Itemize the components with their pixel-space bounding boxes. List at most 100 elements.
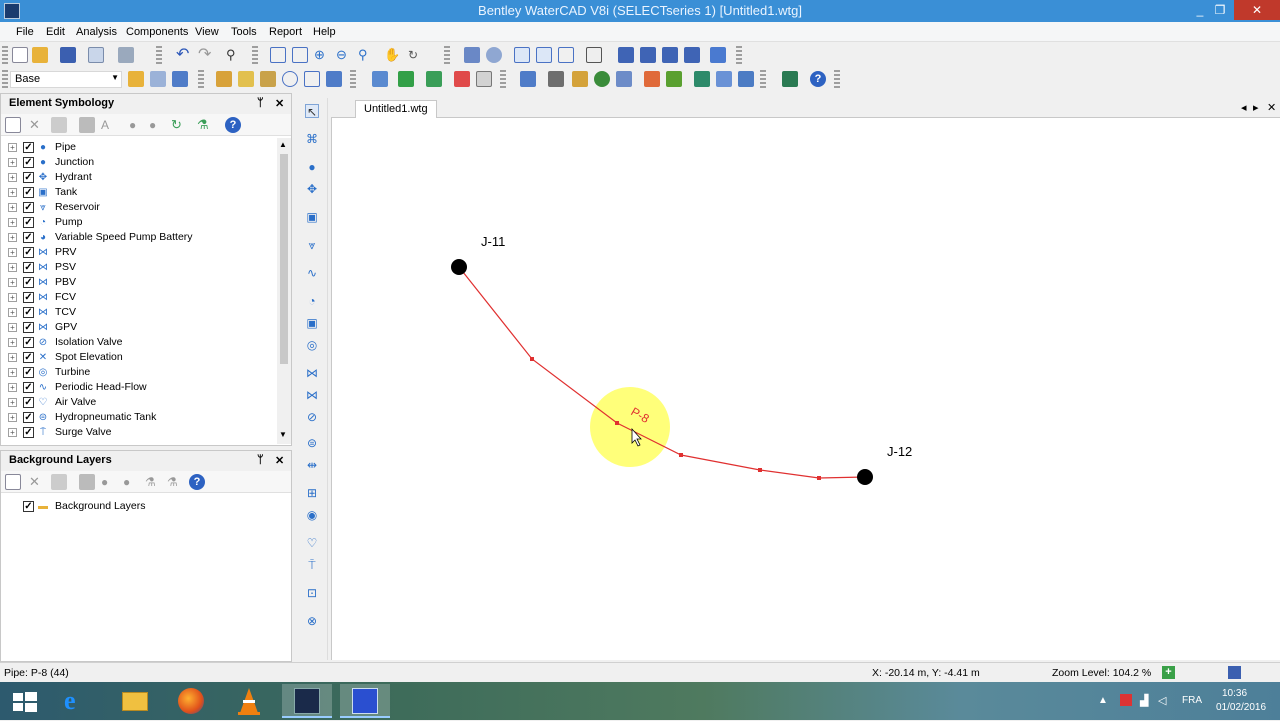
valve-icon[interactable]: ⋈: [305, 366, 319, 380]
symbology-scrollbar[interactable]: ▲ ▼: [277, 138, 291, 444]
hydrant-icon[interactable]: ✥: [305, 182, 319, 196]
criticality-icon[interactable]: [694, 71, 710, 87]
expand-icon[interactable]: +: [8, 293, 17, 302]
redo-icon[interactable]: ↷: [198, 47, 214, 63]
symbology-item[interactable]: + ✓ ⋈ FCV: [1, 290, 277, 305]
symbology-item[interactable]: + ✓ ⊘ Isolation Valve: [1, 335, 277, 350]
symbology-item[interactable]: + ✓ ⋈ PRV: [1, 245, 277, 260]
zoom-window-icon[interactable]: [292, 47, 308, 63]
symbology-item[interactable]: + ✓ ⩔ Reservoir: [1, 200, 277, 215]
symbology-checkbox[interactable]: ✓: [23, 232, 34, 243]
symbology-checkbox[interactable]: ✓: [23, 187, 34, 198]
action-center-icon[interactable]: [1120, 694, 1132, 706]
compute-run-icon[interactable]: [398, 71, 414, 87]
options-icon[interactable]: [710, 47, 726, 63]
clock-date[interactable]: 01/02/2016: [1216, 702, 1266, 713]
expand-icon[interactable]: +: [8, 233, 17, 242]
symbology-checkbox[interactable]: ✓: [23, 352, 34, 363]
bentley-taskbar-icon[interactable]: [340, 684, 390, 718]
scroll-down-icon[interactable]: ▼: [279, 430, 287, 439]
symbology-item[interactable]: + ✓ ◎ Turbine: [1, 365, 277, 380]
symbology-item[interactable]: + ✓ ◔ Pump: [1, 215, 277, 230]
vspb-icon[interactable]: ▣: [305, 316, 319, 330]
calculation-options-icon[interactable]: [514, 47, 530, 63]
hydropneumatic-tank-icon[interactable]: ⊜: [305, 436, 319, 450]
expand-icon[interactable]: +: [8, 173, 17, 182]
menu-analysis[interactable]: Analysis: [76, 26, 117, 38]
menu-edit[interactable]: Edit: [46, 26, 65, 38]
element-symbology-icon[interactable]: [684, 47, 700, 63]
reservoir-icon[interactable]: ⩔: [305, 238, 319, 252]
expand-icon[interactable]: +: [8, 428, 17, 437]
symbology-item[interactable]: + ✓ ∿ Periodic Head-Flow: [1, 380, 277, 395]
queries-icon[interactable]: [326, 71, 342, 87]
symbology-item[interactable]: + ✓ ⋈ PSV: [1, 260, 277, 275]
pin-icon[interactable]: ᛘ: [257, 454, 264, 466]
find-icon[interactable]: ⚲: [226, 47, 242, 63]
rename-icon[interactable]: [51, 117, 67, 133]
clock-time[interactable]: 10:36: [1222, 688, 1247, 699]
pipe-bend-point[interactable]: [615, 421, 619, 425]
compute-icon[interactable]: [536, 47, 552, 63]
symbology-checkbox[interactable]: ✓: [23, 307, 34, 318]
filter-icon[interactable]: ⚗: [167, 474, 183, 490]
skelebrator-icon[interactable]: [594, 71, 610, 87]
edit-icon[interactable]: [79, 117, 95, 133]
shift-down-icon[interactable]: ●: [149, 117, 165, 133]
toolbar-grip[interactable]: [2, 46, 8, 64]
flushing-icon[interactable]: [716, 71, 732, 87]
expand-icon[interactable]: +: [8, 188, 17, 197]
background-layers-checkbox[interactable]: ✓: [23, 501, 34, 512]
volume-icon[interactable]: ◁: [1158, 694, 1166, 707]
symbology-checkbox[interactable]: ✓: [23, 157, 34, 168]
menu-help[interactable]: Help: [313, 26, 336, 38]
expand-icon[interactable]: +: [8, 353, 17, 362]
vlc-icon[interactable]: [224, 684, 274, 718]
expand-icon[interactable]: +: [8, 308, 17, 317]
gpv-icon[interactable]: ⋈: [305, 388, 319, 402]
junction-j12[interactable]: [857, 469, 873, 485]
pipe-bend-point[interactable]: [817, 476, 821, 480]
pressure-zone-icon[interactable]: [216, 71, 232, 87]
symbology-item[interactable]: + ✓ ● Junction: [1, 155, 277, 170]
save-icon[interactable]: [60, 47, 76, 63]
rupture-disk-icon[interactable]: ⊡: [305, 586, 319, 600]
pipe-bend-point[interactable]: [758, 468, 762, 472]
save-status-icon[interactable]: [1228, 666, 1241, 679]
menu-components[interactable]: Components: [126, 26, 188, 38]
tray-expand-icon[interactable]: ▲: [1098, 695, 1108, 706]
orifice-icon[interactable]: ⊗: [305, 614, 319, 628]
alternatives-icon[interactable]: [486, 47, 502, 63]
scroll-up-icon[interactable]: ▲: [279, 140, 287, 149]
select-icon[interactable]: ↖: [305, 104, 319, 119]
pipe-renewal-icon[interactable]: [738, 71, 754, 87]
expand-icon[interactable]: +: [8, 278, 17, 287]
document-tab[interactable]: Untitled1.wtg: [355, 100, 437, 118]
symbology-checkbox[interactable]: ✓: [23, 397, 34, 408]
symbology-item[interactable]: + ✓ ⋈ GPV: [1, 320, 277, 335]
shift-down-icon[interactable]: ●: [123, 474, 139, 490]
symbology-item[interactable]: + ✓ ● Pipe: [1, 140, 277, 155]
help-icon[interactable]: ?: [225, 117, 241, 133]
symbology-checkbox[interactable]: ✓: [23, 277, 34, 288]
expand-icon[interactable]: +: [8, 323, 17, 332]
help-icon[interactable]: ?: [810, 71, 826, 87]
symbology-checkbox[interactable]: ✓: [23, 412, 34, 423]
darwin-calibrator-icon[interactable]: [548, 71, 564, 87]
junction-icon[interactable]: ●: [305, 160, 319, 174]
symbology-item[interactable]: + ✓ ⋈ TCV: [1, 305, 277, 320]
restore-button[interactable]: ❐: [1206, 0, 1234, 20]
external-tools-icon[interactable]: [782, 71, 798, 87]
zoom-realtime-icon[interactable]: ⚲: [358, 47, 374, 63]
firefox-icon[interactable]: [166, 684, 216, 718]
new-file-icon[interactable]: [12, 47, 28, 63]
refresh-icon[interactable]: ↻: [408, 47, 424, 63]
symbology-item[interactable]: + ✓ ◕ Variable Speed Pump Battery: [1, 230, 277, 245]
pipe-bend-point[interactable]: [530, 357, 534, 361]
watercad-taskbar-icon[interactable]: [282, 684, 332, 718]
symbology-checkbox[interactable]: ✓: [23, 142, 34, 153]
selection-sets-icon[interactable]: [304, 71, 320, 87]
tank-icon[interactable]: ▣: [305, 210, 319, 224]
annotation-icon[interactable]: A: [101, 117, 117, 133]
fire-flow-icon[interactable]: [644, 71, 660, 87]
